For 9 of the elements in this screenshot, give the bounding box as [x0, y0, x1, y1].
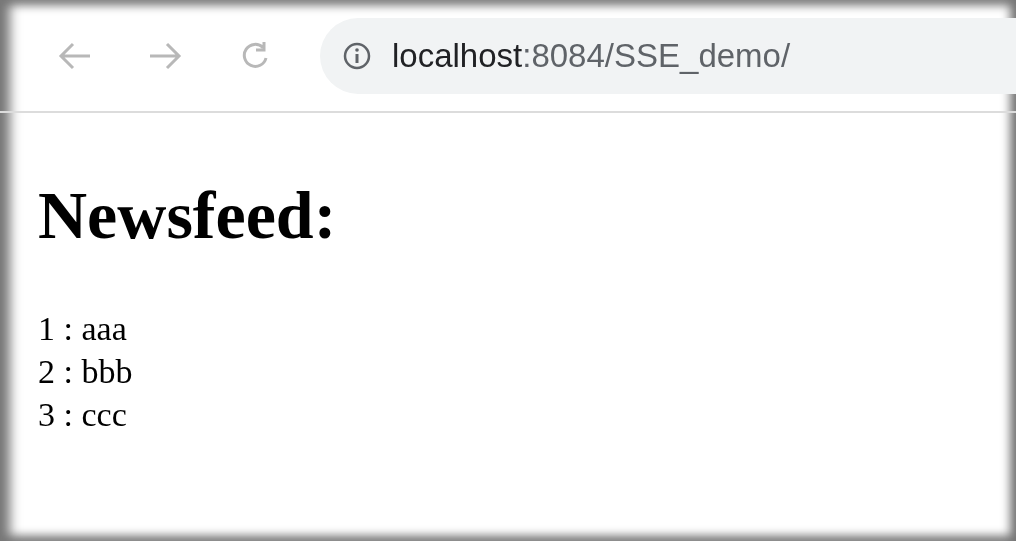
forward-arrow-icon — [148, 40, 182, 71]
info-icon — [342, 40, 372, 71]
feed-item: 1 : aaa — [38, 309, 127, 347]
page-heading: Newsfeed: — [38, 176, 338, 255]
back-arrow-icon — [58, 40, 92, 71]
url-text: localhost:8084/SSE_demo/ — [392, 35, 791, 76]
feed-item: 3 : ccc — [38, 395, 127, 433]
address-bar[interactable]: localhost:8084/SSE_demo/ — [320, 17, 1016, 94]
feed-item: 2 : bbb — [38, 352, 133, 390]
